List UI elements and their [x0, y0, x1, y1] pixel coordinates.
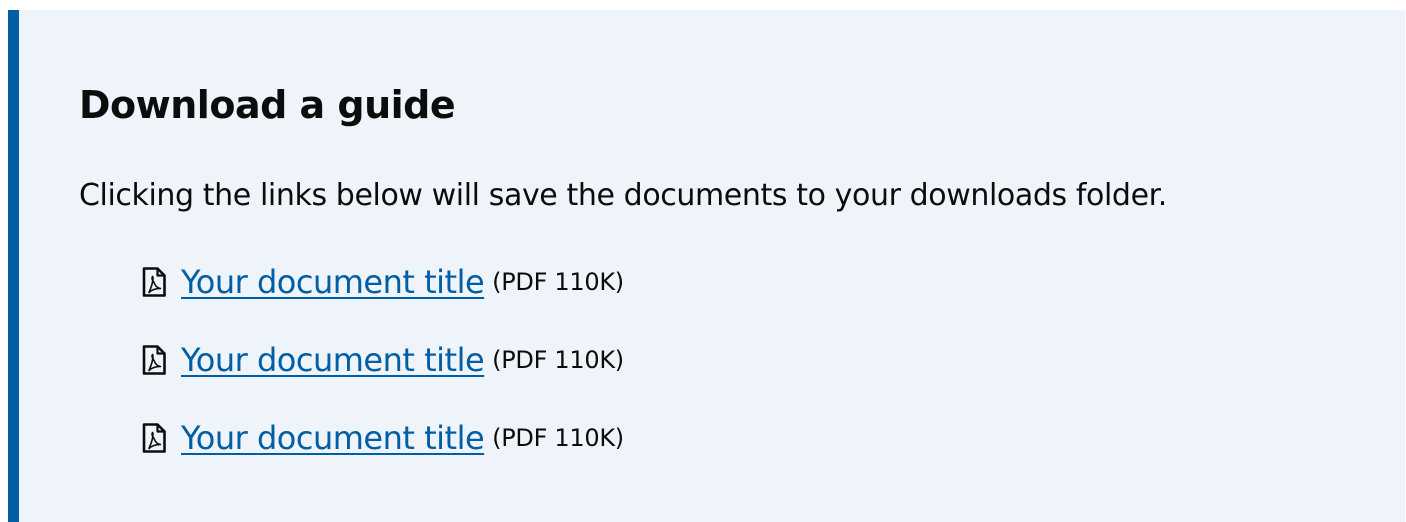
document-meta: (PDF 110K): [492, 268, 624, 296]
document-item: Your document title (PDF 110K): [141, 340, 624, 380]
document-list: Your document title (PDF 110K) Your docu…: [141, 262, 624, 496]
pdf-file-icon: [141, 267, 167, 297]
download-panel: Download a guide Clicking the links belo…: [8, 10, 1405, 522]
document-item: Your document title (PDF 110K): [141, 262, 624, 302]
document-meta: (PDF 110K): [492, 346, 624, 374]
panel-heading: Download a guide: [79, 83, 456, 127]
document-link[interactable]: Your document title: [181, 341, 485, 379]
document-item: Your document title (PDF 110K): [141, 418, 624, 458]
pdf-file-icon: [141, 423, 167, 453]
document-link[interactable]: Your document title: [181, 419, 485, 457]
document-meta: (PDF 110K): [492, 424, 624, 452]
pdf-file-icon: [141, 345, 167, 375]
document-link[interactable]: Your document title: [181, 263, 485, 301]
panel-intro: Clicking the links below will save the d…: [79, 178, 1167, 213]
